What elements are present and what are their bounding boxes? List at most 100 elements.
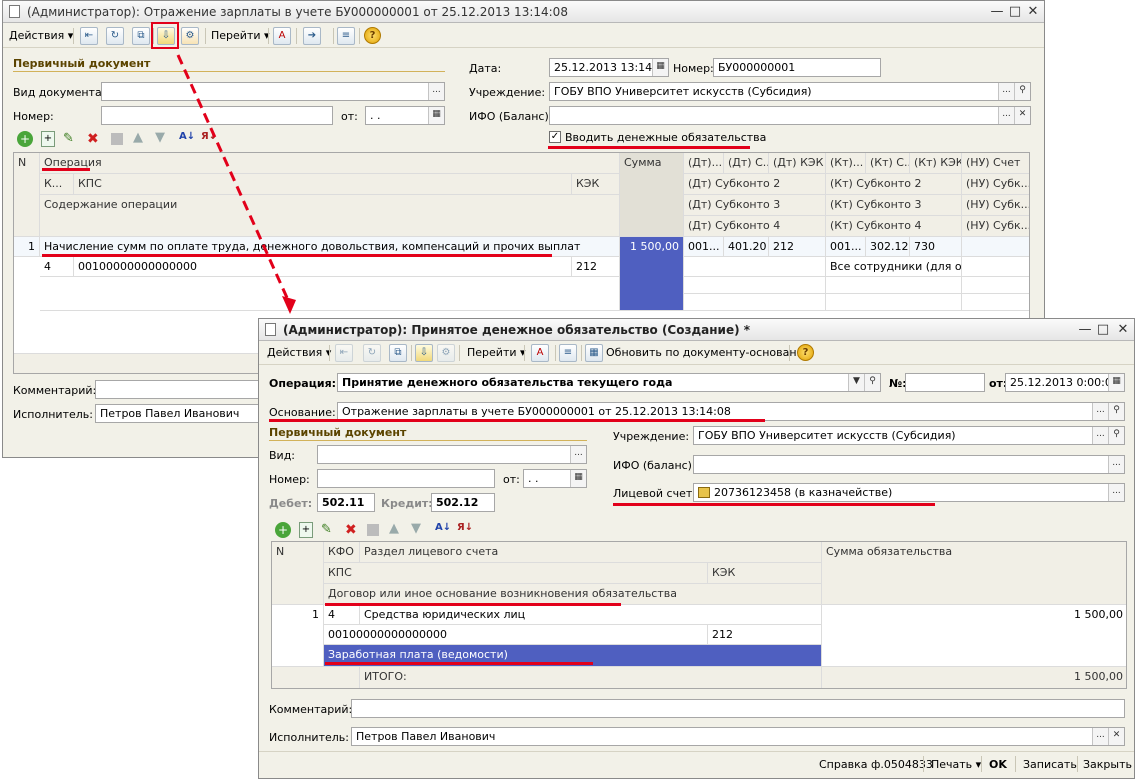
- sort-desc-icon[interactable]: Я↓: [457, 522, 473, 533]
- type-label: Вид:: [269, 449, 296, 462]
- minimize-icon[interactable]: —: [1077, 322, 1093, 338]
- account-icon: [698, 487, 710, 498]
- clear-icon[interactable]: ✕: [1108, 728, 1124, 745]
- help-ref-button[interactable]: Справка ф.0504833: [819, 758, 933, 771]
- institution-field[interactable]: ГОБУ ВПО Университет искусств (Субсидия)…: [693, 426, 1125, 445]
- account-label: Лицевой счет:: [613, 487, 696, 500]
- total-spacer: [272, 667, 360, 688]
- executor-field[interactable]: Петров Павел Иванович... ✕: [351, 727, 1125, 746]
- type-field[interactable]: ...: [317, 445, 587, 464]
- add-row-icon[interactable]: +: [275, 522, 291, 538]
- save-button[interactable]: Записать: [1023, 758, 1077, 771]
- post-and-close-icon[interactable]: ⇤: [335, 344, 353, 362]
- debit-field[interactable]: 502.11: [317, 493, 375, 512]
- update-by-basis-button[interactable]: Обновить по документу-основанию: [603, 344, 816, 362]
- end-edit-icon[interactable]: [367, 524, 379, 536]
- move-down-icon[interactable]: ▼: [411, 521, 421, 536]
- header-section[interactable]: Раздел лицевого счета: [360, 542, 822, 563]
- section-primary-document: Первичный документ: [269, 426, 407, 439]
- no-field[interactable]: [905, 373, 985, 392]
- section-underline: [269, 440, 587, 441]
- row-n[interactable]: 1: [272, 605, 324, 667]
- select-button[interactable]: ...: [1108, 484, 1124, 501]
- select-button[interactable]: ...: [1092, 728, 1108, 745]
- search-icon[interactable]: ⚲: [864, 374, 880, 391]
- row-sum[interactable]: 1 500,00: [822, 605, 1126, 667]
- header-contract[interactable]: Договор или иное основание возникновения…: [324, 584, 822, 605]
- title-bar[interactable]: (Администратор): Принятое денежное обяза…: [259, 319, 1134, 341]
- ok-button[interactable]: OK: [989, 758, 1007, 771]
- select-button[interactable]: ...: [1108, 456, 1124, 473]
- actions-menu[interactable]: Действия ▾: [264, 344, 334, 362]
- annotation-underline: [325, 603, 621, 606]
- create-based-on-icon[interactable]: ⇩: [415, 344, 433, 362]
- search-icon[interactable]: ⚲: [1108, 427, 1124, 444]
- toolbar-separator: [923, 756, 924, 772]
- dropdown-icon[interactable]: ▼: [848, 374, 864, 391]
- ifo-field[interactable]: ...: [693, 455, 1125, 474]
- search-icon[interactable]: ⚲: [1108, 403, 1124, 420]
- row-kps[interactable]: 00100000000000000: [324, 625, 708, 645]
- header-sum[interactable]: Сумма обязательства: [822, 542, 1126, 605]
- select-button[interactable]: ...: [570, 446, 586, 463]
- close-button[interactable]: Закрыть: [1083, 758, 1132, 771]
- delete-row-icon[interactable]: ✖: [345, 522, 357, 538]
- toolbar-separator: [581, 345, 582, 361]
- date-field[interactable]: . . ▦: [523, 469, 587, 488]
- comment-field[interactable]: [351, 699, 1125, 718]
- toolbar-separator: [329, 345, 330, 361]
- structure-icon[interactable]: ⚙: [437, 344, 455, 362]
- annotation-underline: [269, 419, 765, 422]
- ifo-label: ИФО (баланс):: [613, 459, 696, 472]
- debit-label: Дебет:: [269, 497, 313, 510]
- header-kfo[interactable]: КФО: [324, 542, 360, 563]
- toolbar-separator: [555, 345, 556, 361]
- total-label: ИТОГО:: [360, 667, 822, 688]
- close-icon[interactable]: ✕: [1115, 322, 1131, 338]
- credit-field[interactable]: 502.12: [431, 493, 495, 512]
- calendar-icon[interactable]: ▦: [570, 470, 586, 487]
- row-kek[interactable]: 212: [708, 625, 822, 645]
- document-window-obligation: (Администратор): Принятое денежное обяза…: [258, 318, 1135, 779]
- toolbar-separator: [981, 756, 982, 772]
- credit-label: Кредит:: [381, 497, 433, 510]
- copy-icon[interactable]: ⧉: [389, 344, 407, 362]
- sort-asc-icon[interactable]: A↓: [435, 522, 451, 533]
- annotation-underline: [325, 662, 593, 665]
- row-kfo[interactable]: 4: [324, 605, 360, 625]
- maximize-icon[interactable]: □: [1095, 322, 1111, 338]
- print-menu[interactable]: Печать ▾: [931, 758, 981, 771]
- number-field[interactable]: [317, 469, 495, 488]
- toolbar-separator: [411, 345, 412, 361]
- update-by-basis-icon[interactable]: ▦: [585, 344, 603, 362]
- account-field[interactable]: 20736123458 (в казначействе)...: [693, 483, 1125, 502]
- calendar-icon[interactable]: ▦: [1108, 374, 1124, 391]
- toolbar-separator: [524, 345, 525, 361]
- help-icon[interactable]: ?: [797, 344, 814, 361]
- toolbar-separator: [789, 345, 790, 361]
- from2-label: от:: [503, 473, 520, 486]
- header-kps[interactable]: КПС: [324, 563, 708, 584]
- operation-label: Операция:: [269, 377, 337, 390]
- row-section[interactable]: Средства юридических лиц: [360, 605, 822, 625]
- refresh-icon[interactable]: ↻: [363, 344, 381, 362]
- operation-field[interactable]: Принятие денежного обязательства текущег…: [337, 373, 881, 392]
- bottom-bar: Справка ф.0504833 Печать ▾ OK Записать З…: [259, 751, 1134, 778]
- move-up-icon[interactable]: ▲: [389, 521, 399, 536]
- copy-row-icon[interactable]: +: [299, 522, 313, 538]
- institution-label: Учреждение:: [613, 430, 690, 443]
- dt-kt-icon[interactable]: А: [531, 344, 549, 362]
- from-field[interactable]: 25.12.2013 0:00:00 ▦: [1005, 373, 1125, 392]
- toolbar-separator: [1015, 756, 1016, 772]
- header-n[interactable]: N: [272, 542, 324, 605]
- document-icon: [265, 323, 276, 336]
- header-kek[interactable]: КЭК: [708, 563, 822, 584]
- window-title: (Администратор): Принятое денежное обяза…: [283, 323, 751, 337]
- select-button[interactable]: ...: [1092, 403, 1108, 420]
- comment-label: Комментарий:: [269, 703, 353, 716]
- goto-menu[interactable]: Перейти ▾: [464, 344, 529, 362]
- list-icon[interactable]: ≡: [559, 344, 577, 362]
- number-label: Номер:: [269, 473, 310, 486]
- edit-row-icon[interactable]: ✎: [321, 522, 332, 537]
- select-button[interactable]: ...: [1092, 427, 1108, 444]
